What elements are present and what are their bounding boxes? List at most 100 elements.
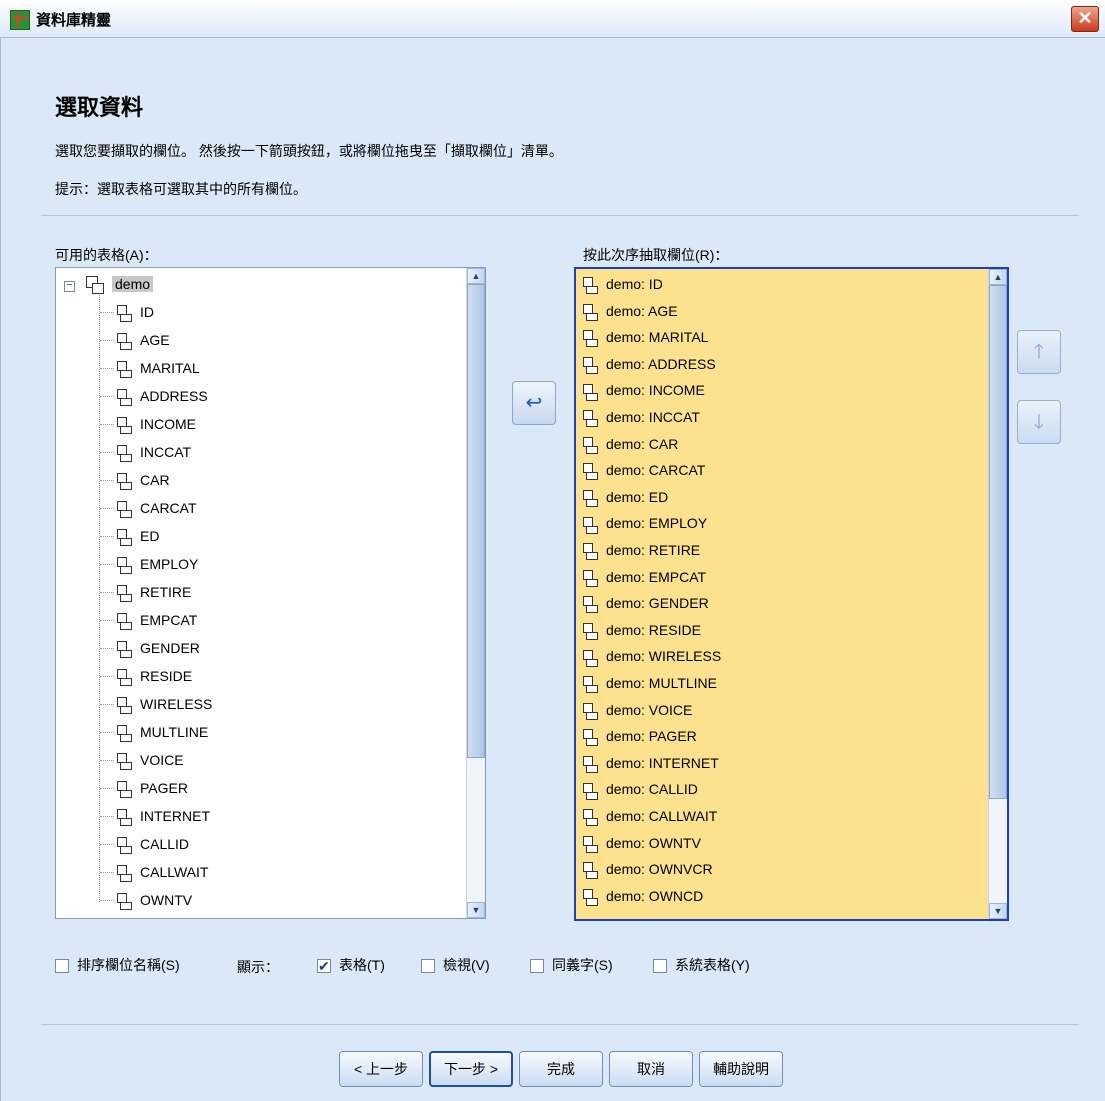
wizard-content: 選取資料 選取您要擷取的欄位。 然後按一下箭頭按鈕，或將欄位拖曳至「擷取欄位」清… bbox=[0, 38, 1105, 1101]
field-name: RETIRE bbox=[140, 584, 192, 600]
available-tables-label: 可用的表格(A)： bbox=[55, 247, 158, 263]
field-icon bbox=[582, 729, 598, 747]
list-item[interactable]: demo: WIRELESS bbox=[582, 645, 721, 667]
tree-item-field[interactable]: RETIRE bbox=[116, 581, 191, 603]
tree-item-field[interactable]: CAR bbox=[116, 469, 170, 491]
field-icon bbox=[116, 501, 132, 519]
help-button[interactable]: 輔助說明 bbox=[699, 1051, 783, 1087]
list-item[interactable]: demo: INTERNET bbox=[582, 752, 719, 774]
list-item[interactable]: demo: ID bbox=[582, 273, 663, 295]
list-item[interactable]: demo: AGE bbox=[582, 300, 678, 322]
tree-item-field[interactable]: PAGER bbox=[116, 777, 188, 799]
list-item[interactable]: demo: ED bbox=[582, 486, 668, 508]
close-button[interactable]: ✕ bbox=[1071, 6, 1099, 32]
list-item[interactable]: demo: EMPCAT bbox=[582, 566, 706, 588]
list-item[interactable]: demo: OWNVCR bbox=[582, 858, 713, 880]
field-name: INCCAT bbox=[140, 444, 192, 460]
selected-scrollbar[interactable]: ▲ ▼ bbox=[988, 269, 1007, 919]
tables-checkbox[interactable]: 表格(T) bbox=[317, 955, 385, 976]
list-item[interactable]: demo: EMPLOY bbox=[582, 512, 707, 534]
field-icon bbox=[582, 835, 598, 853]
sort-fields-checkbox[interactable]: 排序欄位名稱(S) bbox=[55, 955, 180, 975]
list-item[interactable]: demo: MARITAL bbox=[582, 326, 708, 348]
move-up-button[interactable]: 🡑 bbox=[1017, 330, 1061, 374]
list-item[interactable]: demo: CAR bbox=[582, 433, 678, 455]
scroll-down-icon[interactable]: ▼ bbox=[989, 903, 1007, 919]
list-item[interactable]: demo: ADDRESS bbox=[582, 353, 716, 375]
field-icon bbox=[582, 596, 598, 614]
page-title: 選取資料 bbox=[55, 95, 144, 120]
list-item[interactable]: demo: MULTLINE bbox=[582, 672, 717, 694]
system-tables-checkbox[interactable]: 系統表格(Y) bbox=[653, 955, 750, 975]
field-icon bbox=[582, 623, 598, 641]
tree-item-field[interactable]: INCOME bbox=[116, 413, 196, 435]
checkbox[interactable] bbox=[653, 959, 667, 974]
field-icon bbox=[582, 756, 598, 774]
move-fields-button[interactable]: ↩ bbox=[512, 381, 556, 425]
scroll-up-icon[interactable]: ▲ bbox=[467, 268, 485, 284]
field-name: INTERNET bbox=[140, 808, 210, 824]
list-item[interactable]: demo: CALLID bbox=[582, 778, 698, 800]
tree-item-field[interactable]: OWNTV bbox=[116, 889, 192, 911]
field-icon bbox=[116, 389, 132, 407]
list-item[interactable]: demo: CALLWAIT bbox=[582, 805, 717, 827]
scroll-up-icon[interactable]: ▲ bbox=[989, 269, 1007, 285]
list-item[interactable]: demo: INCCAT bbox=[582, 406, 700, 428]
tree-item-field[interactable]: EMPLOY bbox=[116, 553, 198, 575]
selected-fields-list[interactable]: demo: ID demo: AGE demo: MARITAL demo: ADDR… bbox=[574, 267, 1009, 921]
tree-item-field[interactable]: CALLID bbox=[116, 833, 189, 855]
list-item[interactable]: demo: CARCAT bbox=[582, 459, 705, 481]
tree-item-field[interactable]: MULTLINE bbox=[116, 721, 208, 743]
back-button[interactable]: < 上一步 bbox=[339, 1051, 423, 1087]
tree-item-field[interactable]: AGE bbox=[116, 329, 170, 351]
tree-item-field[interactable]: INTERNET bbox=[116, 805, 210, 827]
list-item[interactable]: demo: INCOME bbox=[582, 379, 705, 401]
checkbox[interactable] bbox=[421, 959, 435, 974]
instruction-text: 選取您要擷取的欄位。 然後按一下箭頭按鈕，或將欄位拖曳至「擷取欄位」清單。 bbox=[55, 143, 563, 159]
collapse-icon[interactable]: − bbox=[64, 281, 75, 292]
field-icon bbox=[582, 383, 598, 401]
checkbox-checked[interactable] bbox=[317, 956, 331, 976]
tree-item-field[interactable]: EMPCAT bbox=[116, 609, 197, 631]
checkbox[interactable] bbox=[55, 959, 69, 974]
tree-item-field[interactable]: RESIDE bbox=[116, 665, 192, 687]
list-item[interactable]: demo: OWNCD bbox=[582, 885, 703, 907]
field-icon bbox=[582, 543, 598, 561]
tree-item-field[interactable]: INCCAT bbox=[116, 441, 191, 463]
list-item[interactable]: demo: GENDER bbox=[582, 592, 709, 614]
tree-item-field[interactable]: GENDER bbox=[116, 637, 200, 659]
scroll-down-icon[interactable]: ▼ bbox=[467, 902, 485, 918]
field-icon bbox=[582, 702, 598, 720]
tree-item-field[interactable]: ED bbox=[116, 525, 159, 547]
tree-item-field[interactable]: WIRELESS bbox=[116, 693, 212, 715]
cancel-button[interactable]: 取消 bbox=[609, 1051, 693, 1087]
checkbox[interactable] bbox=[530, 959, 544, 974]
field-icon bbox=[582, 330, 598, 348]
field-name: demo: CAR bbox=[606, 435, 679, 452]
scroll-thumb[interactable] bbox=[467, 284, 485, 758]
field-name: demo: ID bbox=[606, 276, 663, 292]
list-item[interactable]: demo: OWNTV bbox=[582, 832, 701, 854]
move-down-button[interactable]: 🡓 bbox=[1017, 400, 1061, 444]
available-tables-tree[interactable]: − demo ID AGE MARITAL ADDRESS INCOME INCCAT CA… bbox=[55, 267, 486, 919]
next-button[interactable]: 下一步 > bbox=[429, 1051, 513, 1087]
field-name: RESIDE bbox=[140, 668, 193, 684]
list-item[interactable]: demo: RESIDE bbox=[582, 619, 701, 641]
tree-item-field[interactable]: ADDRESS bbox=[116, 385, 208, 407]
field-icon bbox=[116, 445, 132, 463]
available-scrollbar[interactable]: ▲ ▼ bbox=[466, 268, 485, 918]
tree-item-field[interactable]: CALLWAIT bbox=[116, 861, 208, 883]
finish-button[interactable]: 完成 bbox=[519, 1051, 603, 1087]
list-item[interactable]: demo: RETIRE bbox=[582, 539, 700, 561]
list-item[interactable]: demo: VOICE bbox=[582, 699, 692, 721]
field-name: PAGER bbox=[140, 780, 188, 796]
views-checkbox[interactable]: 檢視(V) bbox=[421, 955, 490, 975]
tree-item-field[interactable]: ID bbox=[116, 301, 154, 323]
tree-item-table[interactable]: demo bbox=[86, 273, 154, 295]
scroll-thumb[interactable] bbox=[989, 285, 1007, 799]
tree-item-field[interactable]: VOICE bbox=[116, 749, 184, 771]
tree-item-field[interactable]: CARCAT bbox=[116, 497, 197, 519]
tree-item-field[interactable]: MARITAL bbox=[116, 357, 200, 379]
synonyms-checkbox[interactable]: 同義字(S) bbox=[530, 955, 613, 975]
list-item[interactable]: demo: PAGER bbox=[582, 725, 697, 747]
